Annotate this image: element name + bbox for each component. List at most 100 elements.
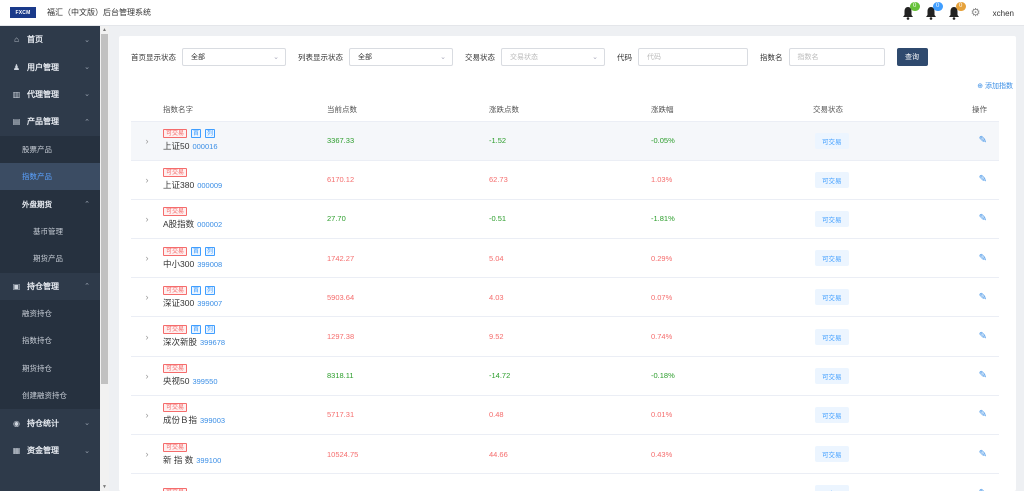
name-cell: 可交易首列中小300 399008 <box>163 238 327 279</box>
expand-row-icon[interactable]: › <box>131 277 163 318</box>
edit-icon[interactable]: ✎ <box>959 160 999 200</box>
index-code[interactable]: 000009 <box>197 181 222 190</box>
index-name-input[interactable]: 指数名 <box>788 48 885 66</box>
expand-row-icon[interactable]: › <box>131 199 163 240</box>
sidebar-item[interactable]: 股票产品 <box>0 135 100 163</box>
bell-icon[interactable]: 0 <box>902 2 920 20</box>
expand-row-icon[interactable]: › <box>131 160 163 200</box>
top-bar: FXCM 福汇（中文版）后台管理系统 0 0 0 ⚙ xchen <box>0 0 1024 26</box>
flag-badge: 首 <box>191 285 202 295</box>
scrollbar-thumb[interactable] <box>101 34 108 384</box>
sidebar-item[interactable]: ▥ 代理管理 ⌄ <box>0 81 100 108</box>
sidebar-item[interactable]: 外盘期货 ⌃ <box>0 190 100 218</box>
sidebar-item[interactable]: 创建融资持仓 <box>0 382 100 410</box>
edit-icon[interactable]: ✎ <box>959 316 999 357</box>
edit-icon[interactable]: ✎ <box>959 121 999 161</box>
tradable-tag: 可交易 <box>163 285 188 295</box>
index-code[interactable]: 399678 <box>200 338 225 347</box>
edit-icon[interactable]: ✎ <box>959 473 999 491</box>
sidebar-item[interactable]: ♟ 用户管理 ⌄ <box>0 53 100 80</box>
index-code[interactable]: 399003 <box>200 416 225 425</box>
edit-icon[interactable]: ✎ <box>959 238 999 279</box>
sidebar-item[interactable]: ▤ 产品管理 ⌃ <box>0 108 100 135</box>
state-cell: 可交易 <box>813 160 959 200</box>
chevron-down-icon: ⌄ <box>84 447 90 455</box>
expand-row-icon[interactable]: › <box>131 356 163 396</box>
sidebar-item-label: 持仓统计 <box>27 418 59 428</box>
home-display-select[interactable]: 全部 ⌄ <box>182 48 286 66</box>
index-name: 成份Ｂ指 <box>163 415 198 426</box>
add-index-link[interactable]: ⊕ 添加指数 <box>977 81 1013 91</box>
tags: 可交易 <box>163 168 327 178</box>
index-code[interactable]: 399550 <box>192 377 217 386</box>
sidebar-item[interactable]: 基币管理 <box>0 217 100 246</box>
bell-icon[interactable]: 0 <box>948 2 966 20</box>
flag-badge: 列 <box>205 285 216 295</box>
scroll-down-icon[interactable]: ▼ <box>102 484 107 490</box>
sidebar-item[interactable]: 期货产品 <box>0 245 100 273</box>
edit-icon[interactable]: ✎ <box>959 199 999 240</box>
home-icon: ⌂ <box>14 35 19 45</box>
username[interactable]: xchen <box>993 9 1014 18</box>
sidebar-item[interactable]: ▣ 持仓管理 ⌃ <box>0 273 100 300</box>
notification-count-badge: 0 <box>909 2 920 11</box>
sidebar-item-label: 外盘期货 <box>22 199 52 209</box>
expand-row-icon[interactable]: › <box>131 395 163 436</box>
edit-icon[interactable]: ✎ <box>959 395 999 436</box>
name-cell: 可交易首列上证50 000016 <box>163 121 327 161</box>
expand-row-icon[interactable]: › <box>131 316 163 357</box>
name-cell: 可交易 成份Ｂ指 399003 <box>163 395 327 436</box>
sidebar-item[interactable]: ◉ 持仓统计 ⌄ <box>0 409 100 436</box>
sidebar-item[interactable]: ⌂ 首页 ⌄ <box>0 26 100 53</box>
sidebar-item-label: 代理管理 <box>27 89 59 99</box>
name-cell: 可交易首列深证300 399007 <box>163 277 327 318</box>
name-cell: 可交易 央视50 399550 <box>163 356 327 396</box>
flag-badge: 首 <box>191 325 202 335</box>
current-points: 8318.11 <box>327 356 489 396</box>
bell-icon[interactable]: 0 <box>925 2 943 20</box>
chevron-up-icon: ⌃ <box>84 118 90 126</box>
edit-icon[interactable]: ✎ <box>959 277 999 318</box>
sidebar-item-label: 股票产品 <box>22 144 52 154</box>
change-percent: -0.05% <box>651 121 813 161</box>
index-name-line: 深证300 399007 <box>163 297 327 309</box>
tradable-tag: 可交易 <box>163 442 188 452</box>
query-button[interactable]: 查询 <box>896 48 928 66</box>
index-code[interactable]: 000016 <box>192 142 217 151</box>
sidebar-item[interactable]: ▦ 资金管理 ⌄ <box>0 437 100 464</box>
tags: 可交易 <box>163 207 327 217</box>
sidebar-item-label: 指数持仓 <box>22 336 52 346</box>
expand-row-icon[interactable]: › <box>131 434 163 475</box>
scroll-up-icon[interactable]: ▲ <box>102 27 107 33</box>
column-header-pct: 涨跌幅 <box>651 98 813 122</box>
index-code[interactable]: 000002 <box>197 220 222 229</box>
sidebar-scrollbar[interactable]: ▲ ▼ <box>100 26 109 491</box>
notification-count-badge: 0 <box>932 2 943 11</box>
list-display-select[interactable]: 全部 ⌄ <box>349 48 453 66</box>
expand-row-icon[interactable]: › <box>131 121 163 161</box>
edit-icon[interactable]: ✎ <box>959 356 999 396</box>
flag-badge: 首 <box>191 129 202 139</box>
change-percent: 0.74% <box>651 316 813 357</box>
table-row: › 可交易首列深次新股 399678 1297.38 9.52 0.74% 可交易 ✎ <box>131 316 999 357</box>
change-points: 0.48 <box>489 395 651 436</box>
index-name-line: 成份Ｂ指 399003 <box>163 414 327 426</box>
brand-logo[interactable]: FXCM <box>10 7 36 18</box>
expand-row-icon[interactable]: › <box>131 238 163 279</box>
expand-row-icon[interactable]: › <box>131 473 163 491</box>
index-code[interactable]: 399007 <box>197 299 222 308</box>
trade-state-placeholder: 交易状态 <box>510 54 538 61</box>
index-code[interactable]: 399100 <box>196 456 221 465</box>
change-percent: -0.18% <box>651 356 813 396</box>
code-input[interactable]: 代码 <box>638 48 748 66</box>
sidebar-item[interactable]: 指数产品 <box>0 162 100 191</box>
sidebar-item[interactable]: 期货持仓 <box>0 354 100 383</box>
index-code[interactable]: 399008 <box>197 260 222 269</box>
chevron-down-icon: ⌄ <box>84 64 90 72</box>
edit-icon[interactable]: ✎ <box>959 434 999 475</box>
gear-icon[interactable]: ⚙ <box>971 7 982 19</box>
trade-state-select[interactable]: 交易状态 ⌄ <box>501 48 605 66</box>
sidebar-item[interactable]: 指数持仓 <box>0 327 100 355</box>
sidebar-item[interactable]: 融资持仓 <box>0 299 100 328</box>
change-points: 62.73 <box>489 160 651 200</box>
